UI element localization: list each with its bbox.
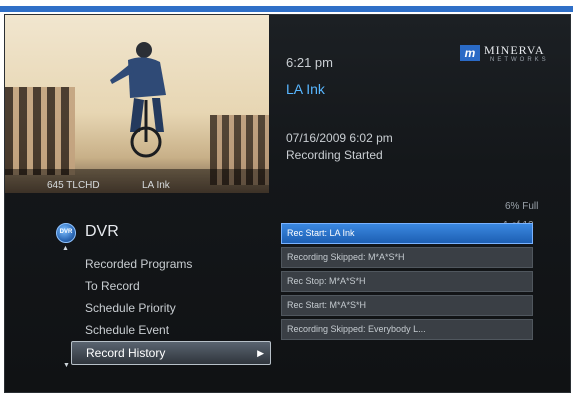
fence-left	[5, 87, 75, 175]
top-accent-line	[0, 6, 573, 12]
menu-item-label: Recorded Programs	[85, 257, 193, 271]
disk-usage: 6% Full	[505, 201, 539, 212]
menu-up-arrow-icon: ▲	[62, 245, 69, 252]
live-video-preview[interactable]	[5, 15, 269, 193]
history-row[interactable]: Rec Start: LA Ink	[281, 223, 533, 244]
logo-subtitle: NETWORKS	[490, 57, 549, 63]
history-row[interactable]: Recording Skipped: Everybody L...	[281, 319, 533, 340]
channel-number: 645 TLCHD	[47, 180, 100, 191]
logo-word: MINERVA	[484, 43, 545, 57]
dvr-icon-label: DVR	[59, 229, 73, 235]
history-row[interactable]: Rec Start: M*A*S*H	[281, 295, 533, 316]
history-row[interactable]: Rec Stop: M*A*S*H	[281, 271, 533, 292]
channel-program: LA Ink	[142, 180, 170, 191]
menu-down-arrow-icon[interactable]: ▼	[63, 362, 70, 369]
history-row[interactable]: Recording Skipped: M*A*S*H	[281, 247, 533, 268]
current-time: 6:21 pm	[286, 55, 333, 70]
menu-item-label: Record History	[86, 346, 166, 360]
menu-item-label: To Record	[85, 279, 140, 293]
dvr-menu: Recorded Programs To Record Schedule Pri…	[71, 253, 271, 365]
menu-item-schedule-priority[interactable]: Schedule Priority	[71, 297, 271, 319]
chevron-right-icon: ▶	[257, 348, 264, 358]
minerva-logo-icon: m	[460, 45, 480, 61]
record-history-list: Rec Start: LA Ink Recording Skipped: M*A…	[281, 223, 533, 343]
video-caption-bar	[5, 169, 269, 193]
menu-item-schedule-event[interactable]: Schedule Event	[71, 319, 271, 341]
menu-item-label: Schedule Priority	[85, 301, 176, 315]
menu-item-record-history[interactable]: Record History ▶	[71, 341, 271, 365]
cyclist-image	[110, 42, 166, 158]
tv-frame: 645 TLCHD LA Ink 6:21 pm LA Ink 07/16/20…	[0, 0, 573, 395]
minerva-logo: m MINERVA NETWORKS	[460, 43, 570, 65]
menu-item-label: Schedule Event	[85, 323, 170, 337]
dvr-screen: 645 TLCHD LA Ink 6:21 pm LA Ink 07/16/20…	[4, 14, 571, 393]
record-date: 07/16/2009 6:02 pm	[286, 131, 393, 145]
menu-item-recorded-programs[interactable]: Recorded Programs	[71, 253, 271, 275]
dvr-icon: DVR	[56, 223, 76, 243]
program-title: LA Ink	[286, 81, 325, 97]
record-status: Recording Started	[286, 148, 383, 162]
menu-title: DVR	[85, 223, 119, 240]
top-border	[0, 0, 573, 12]
menu-item-to-record[interactable]: To Record	[71, 275, 271, 297]
